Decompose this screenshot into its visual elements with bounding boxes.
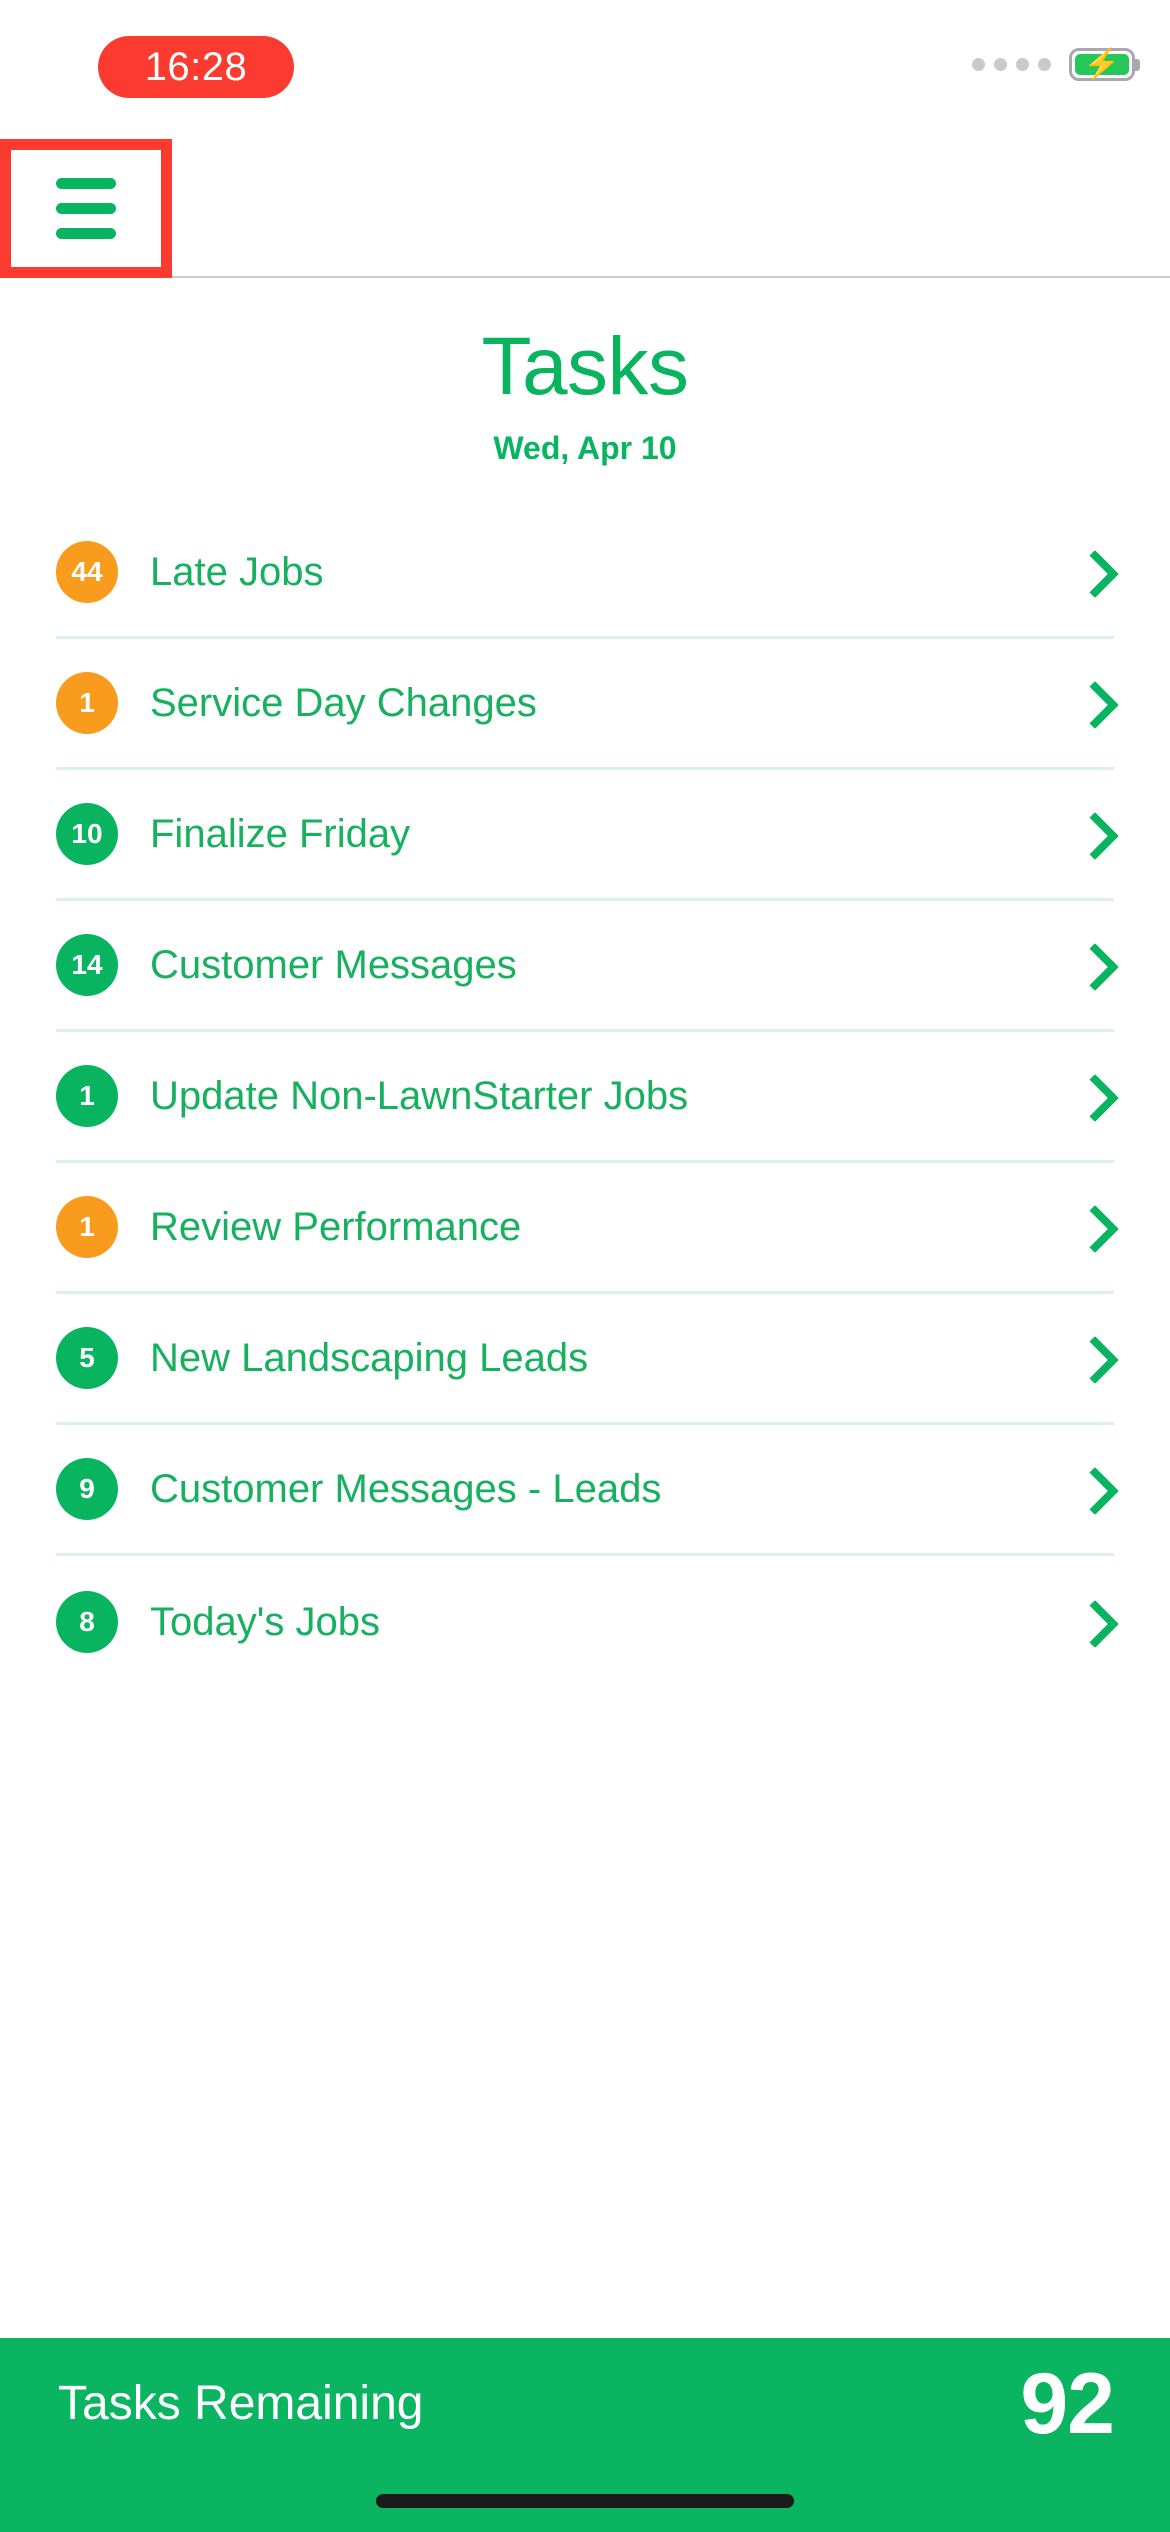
task-count-badge: 5 xyxy=(56,1327,118,1389)
chevron-right-icon[interactable] xyxy=(1074,679,1108,727)
status-bar-time: 16:28 xyxy=(144,45,248,89)
tasks-remaining-count: 92 xyxy=(1020,2356,1115,2452)
tasks-remaining-bar: Tasks Remaining 92 xyxy=(0,2338,1170,2470)
task-label: Finalize Friday xyxy=(150,812,411,856)
task-row[interactable]: 1 Review Performance xyxy=(56,1163,1114,1294)
task-row[interactable]: 14 Customer Messages xyxy=(56,901,1114,1032)
chevron-right-icon[interactable] xyxy=(1074,1072,1108,1120)
chevron-right-icon[interactable] xyxy=(1074,1465,1108,1513)
task-label: Service Day Changes xyxy=(150,681,537,725)
task-label: Review Performance xyxy=(150,1205,522,1249)
signal-strength-icon xyxy=(972,58,1051,71)
task-label: New Landscaping Leads xyxy=(150,1336,589,1380)
chevron-right-icon[interactable] xyxy=(1074,548,1108,596)
task-label: Customer Messages - Leads xyxy=(150,1467,662,1511)
task-count-badge: 9 xyxy=(56,1458,118,1520)
task-row[interactable]: 8 Today's Jobs xyxy=(56,1556,1114,1687)
task-list: 44 Late Jobs 1 Service Day Changes 10 Fi… xyxy=(0,508,1170,2338)
status-bar: 16:28 ⚡ xyxy=(0,0,1170,139)
task-count-badge: 10 xyxy=(56,803,118,865)
app-screen: 16:28 ⚡ Tasks Wed, Apr 10 44 Late Jobs 1… xyxy=(0,0,1170,2532)
task-row[interactable]: 1 Service Day Changes xyxy=(56,639,1114,770)
chevron-right-icon[interactable] xyxy=(1074,1334,1108,1382)
task-count-badge: 1 xyxy=(56,1196,118,1258)
status-bar-indicators: ⚡ xyxy=(972,48,1135,81)
lightning-bolt-icon: ⚡ xyxy=(1083,47,1121,81)
task-label: Customer Messages xyxy=(150,943,517,987)
task-label: Late Jobs xyxy=(150,550,324,594)
chevron-right-icon[interactable] xyxy=(1074,1203,1108,1251)
battery-charging-icon: ⚡ xyxy=(1069,48,1135,81)
home-indicator-area xyxy=(0,2470,1170,2532)
page-header: Tasks Wed, Apr 10 xyxy=(0,278,1170,466)
task-count-badge: 1 xyxy=(56,672,118,734)
nav-bar xyxy=(0,139,1170,278)
hamburger-menu-icon xyxy=(56,178,116,239)
status-bar-time-pill: 16:28 xyxy=(98,36,294,98)
hamburger-menu-button[interactable] xyxy=(0,139,172,278)
task-label: Update Non-LawnStarter Jobs xyxy=(150,1074,689,1118)
task-row[interactable]: 44 Late Jobs xyxy=(56,508,1114,639)
page-date: Wed, Apr 10 xyxy=(493,430,677,466)
task-row[interactable]: 5 New Landscaping Leads xyxy=(56,1294,1114,1425)
task-row[interactable]: 10 Finalize Friday xyxy=(56,770,1114,901)
tasks-remaining-label: Tasks Remaining xyxy=(58,2377,424,2430)
chevron-right-icon[interactable] xyxy=(1074,1598,1108,1646)
home-indicator[interactable] xyxy=(376,2494,794,2508)
page-title: Tasks xyxy=(481,321,689,412)
task-count-badge: 1 xyxy=(56,1065,118,1127)
task-row[interactable]: 1 Update Non-LawnStarter Jobs xyxy=(56,1032,1114,1163)
chevron-right-icon[interactable] xyxy=(1074,810,1108,858)
chevron-right-icon[interactable] xyxy=(1074,941,1108,989)
task-row[interactable]: 9 Customer Messages - Leads xyxy=(56,1425,1114,1556)
task-count-badge: 8 xyxy=(56,1590,118,1653)
task-label: Today's Jobs xyxy=(150,1599,380,1644)
task-count-badge: 44 xyxy=(56,541,118,603)
task-count-badge: 14 xyxy=(56,934,118,996)
